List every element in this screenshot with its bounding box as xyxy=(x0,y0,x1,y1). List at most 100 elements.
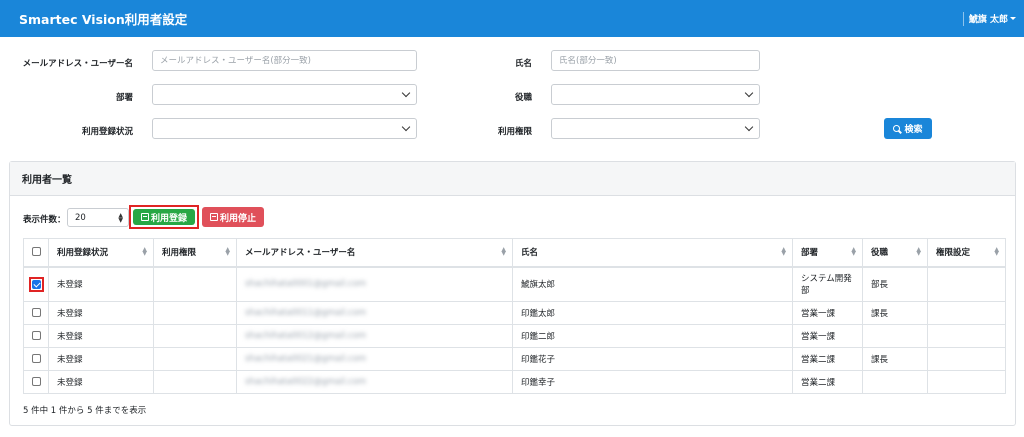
cell-email: shachihata0012@gmail.com xyxy=(236,324,513,348)
per-page-value: 20 xyxy=(75,212,86,223)
row-checkbox[interactable] xyxy=(31,354,41,363)
user-list-title: 利用者一覧 xyxy=(10,162,1015,196)
cell-role xyxy=(862,370,928,394)
column-header-role[interactable]: 役職 ▲ ▼ xyxy=(862,238,928,268)
cell-permission xyxy=(153,324,237,348)
status-label: 利用登録状況 xyxy=(81,127,133,137)
role-select[interactable] xyxy=(551,84,760,105)
chevron-down-icon xyxy=(744,88,754,98)
cell-setting xyxy=(927,301,1006,325)
cell-permission xyxy=(153,266,237,302)
column-header-dept[interactable]: 部署 ▲ ▼ xyxy=(792,238,863,268)
status-select[interactable] xyxy=(152,118,417,139)
checkbox-highlight xyxy=(28,276,44,292)
register-button[interactable]: 利用登録 xyxy=(133,209,195,225)
table-row[interactable]: 未登録 shachihata0022@gmail.com 印鑑幸子 営業二課 xyxy=(23,370,1006,394)
updown-icon: ▲ ▼ xyxy=(118,212,123,224)
table-row[interactable]: 未登録 shachihata0011@gmail.com 印鑑太郎 営業一課 課… xyxy=(23,301,1006,325)
column-header-permission[interactable]: 利用権限 ▲ ▼ xyxy=(153,238,237,268)
cell-status: 未登録 xyxy=(48,370,154,394)
column-header-setting[interactable]: 権限設定 ▲ ▼ xyxy=(927,238,1006,268)
user-table: 利用登録状況 ▲ ▼ 利用権限 ▲ ▼ メールアドレス・ユーザー名 ▲ ▼ 氏名 ▲ ▼ 部署 ▲… xyxy=(23,238,1006,394)
row-checkbox[interactable] xyxy=(31,279,41,289)
email-field[interactable] xyxy=(152,50,417,71)
sort-icon: ▲ ▼ xyxy=(142,246,147,257)
cell-permission xyxy=(153,301,237,325)
suspend-icon xyxy=(209,213,218,221)
cell-setting xyxy=(927,324,1006,348)
chevron-down-icon xyxy=(401,122,411,132)
table-row[interactable]: 未登録 shachihata0012@gmail.com 印鑑二郎 営業一課 xyxy=(23,324,1006,348)
search-button-label: 検索 xyxy=(904,125,923,135)
cell-name: 印鑑二郎 xyxy=(512,324,793,348)
search-icon xyxy=(893,124,901,133)
register-icon xyxy=(140,213,149,221)
row-checkbox[interactable] xyxy=(31,331,41,340)
permission-select[interactable] xyxy=(551,118,760,139)
row-checkbox[interactable] xyxy=(31,377,41,386)
per-page-label: 表示件数： xyxy=(23,215,66,225)
role-label: 役職 xyxy=(514,93,532,103)
sort-icon: ▲ ▼ xyxy=(225,246,230,257)
cell-role: 課長 xyxy=(862,301,928,325)
name-field[interactable] xyxy=(551,50,760,71)
permission-label: 利用権限 xyxy=(497,127,532,137)
sort-icon: ▲ ▼ xyxy=(916,246,921,257)
user-list-card: 利用者一覧 表示件数： 20 ▲ ▼ 利用登録 利用停止 利用登録状況 ▲ ▼ 利用権… xyxy=(9,161,1016,426)
caret-down-icon xyxy=(1010,17,1016,20)
email-input[interactable] xyxy=(160,55,409,66)
per-page-select[interactable]: 20 ▲ ▼ xyxy=(67,208,129,227)
email-label: メールアドレス・ユーザー名 xyxy=(22,59,133,69)
column-header-email[interactable]: メールアドレス・ユーザー名 ▲ ▼ xyxy=(236,238,513,268)
dept-select[interactable] xyxy=(152,84,417,105)
cell-role: 部長 xyxy=(862,266,928,302)
table-row[interactable]: 未登録 shachihata0021@gmail.com 印鑑花子 営業二課 課… xyxy=(23,347,1006,371)
cell-email: shachihata0021@gmail.com xyxy=(236,347,513,371)
cell-role xyxy=(862,324,928,348)
chevron-down-icon xyxy=(744,122,754,132)
cell-status: 未登録 xyxy=(48,347,154,371)
cell-dept: システム開発部 xyxy=(792,266,863,302)
cell-dept: 営業一課 xyxy=(792,301,863,325)
cell-status: 未登録 xyxy=(48,324,154,348)
table-header-row: 利用登録状況 ▲ ▼ 利用権限 ▲ ▼ メールアドレス・ユーザー名 ▲ ▼ 氏名 ▲ ▼ 部署 ▲… xyxy=(23,238,1006,268)
select-all-checkbox[interactable] xyxy=(31,247,41,257)
top-navbar: Smartec Vision利用者設定 鯱旗 太郎 xyxy=(0,0,1024,37)
cell-name: 鯱旗太郎 xyxy=(512,266,793,302)
chevron-down-icon xyxy=(401,88,411,98)
register-button-label: 利用登録 xyxy=(150,213,187,224)
cell-dept: 営業一課 xyxy=(792,324,863,348)
cell-setting xyxy=(927,347,1006,371)
column-header-status[interactable]: 利用登録状況 ▲ ▼ xyxy=(48,238,154,268)
cell-name: 印鑑太郎 xyxy=(512,301,793,325)
suspend-button-label: 利用停止 xyxy=(219,213,256,224)
cell-status: 未登録 xyxy=(48,301,154,325)
cell-dept: 営業二課 xyxy=(792,370,863,394)
table-row[interactable]: 未登録 shachihata0001@gmail.com 鯱旗太郎 システム開発… xyxy=(23,266,1006,302)
search-form: メールアドレス・ユーザー名 氏名 部署 役職 利用登録状況 利用権限 検索 xyxy=(0,37,1024,157)
cell-permission xyxy=(153,347,237,371)
search-button[interactable]: 検索 xyxy=(884,118,932,139)
user-menu[interactable]: 鯱旗 太郎 xyxy=(962,11,1016,26)
cell-email: shachihata0001@gmail.com xyxy=(236,266,513,302)
sort-icon: ▲ ▼ xyxy=(851,246,856,257)
register-button-highlight: 利用登録 xyxy=(129,205,199,229)
app-title: Smartec Vision利用者設定 xyxy=(19,12,188,27)
sort-icon: ▲ ▼ xyxy=(781,246,786,257)
cell-status: 未登録 xyxy=(48,266,154,302)
sort-icon: ▲ ▼ xyxy=(501,246,506,257)
suspend-button[interactable]: 利用停止 xyxy=(202,207,264,227)
cell-permission xyxy=(153,370,237,394)
name-input[interactable] xyxy=(559,55,752,66)
cell-setting xyxy=(927,266,1006,302)
cell-name: 印鑑花子 xyxy=(512,347,793,371)
cell-role: 課長 xyxy=(862,347,928,371)
sort-icon: ▲ ▼ xyxy=(994,246,999,257)
column-header-name[interactable]: 氏名 ▲ ▼ xyxy=(512,238,793,268)
dept-label: 部署 xyxy=(115,93,133,103)
cell-email: shachihata0022@gmail.com xyxy=(236,370,513,394)
cell-email: shachihata0011@gmail.com xyxy=(236,301,513,325)
name-label: 氏名 xyxy=(514,59,532,69)
row-checkbox[interactable] xyxy=(31,308,41,317)
cell-dept: 営業二課 xyxy=(792,347,863,371)
